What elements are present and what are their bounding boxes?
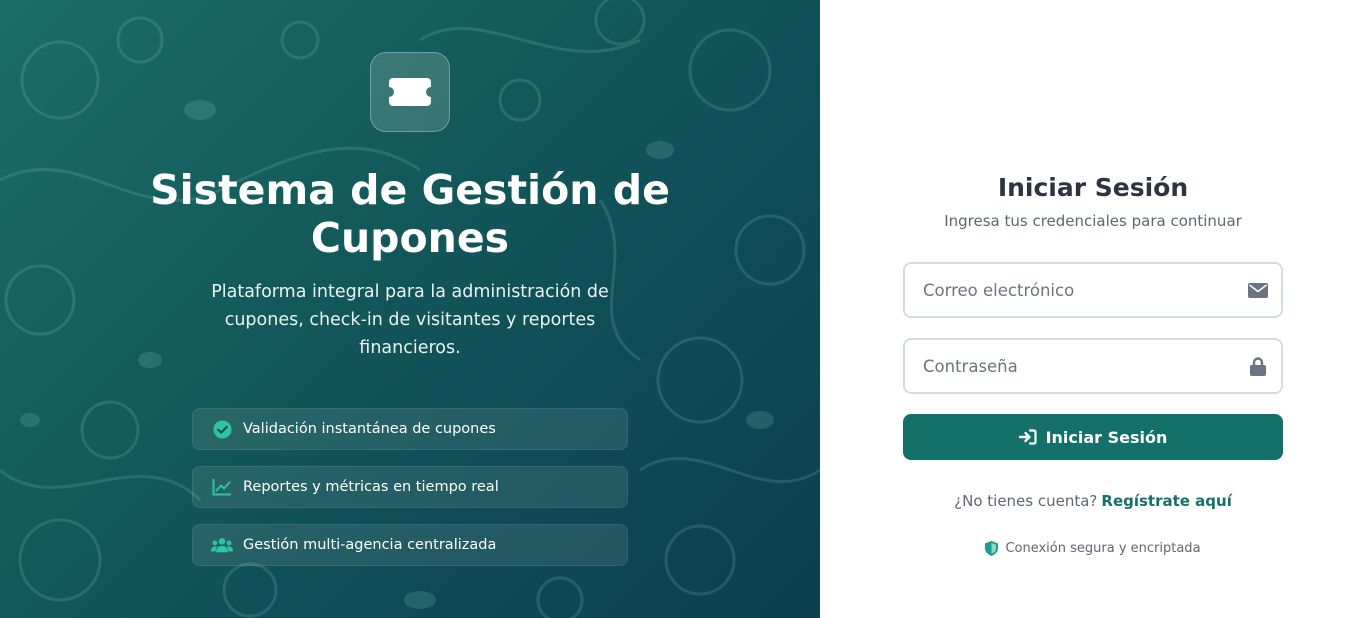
register-prompt-text: ¿No tienes cuenta? [954, 492, 1098, 510]
login-title: Iniciar Sesión [997, 173, 1189, 202]
password-field-wrapper [903, 338, 1283, 394]
feature-label: Reportes y métricas en tiempo real [243, 479, 499, 495]
ticket-icon [389, 78, 431, 106]
logo [370, 52, 450, 132]
users-icon [211, 536, 233, 554]
secure-note-text: Conexión segura y encriptada [1005, 541, 1201, 556]
hero-subtitle: Plataforma integral para la administraci… [211, 282, 609, 358]
login-subtitle: Ingresa tus credenciales para continuar [944, 212, 1242, 230]
password-field[interactable] [905, 339, 1235, 393]
register-prompt: ¿No tienes cuenta? Regístrate aquí [820, 492, 1366, 510]
email-field[interactable] [905, 263, 1235, 317]
register-link[interactable]: Regístrate aquí [1101, 492, 1231, 510]
login-button[interactable]: Iniciar Sesión [903, 414, 1283, 460]
envelope-icon [1235, 282, 1281, 298]
login-panel: Iniciar Sesión Ingresa tus credenciales … [820, 0, 1366, 618]
login-button-label: Iniciar Sesión [1045, 427, 1168, 447]
sign-in-icon [1018, 429, 1037, 445]
secure-note: Conexión segura y encriptada [820, 541, 1366, 556]
hero-panel: Sistema de Gestión de Cupones Plataforma… [0, 0, 820, 618]
lock-icon [1235, 356, 1281, 376]
shield-icon [985, 541, 999, 556]
feature-item-reports: Reportes y métricas en tiempo real [192, 466, 628, 508]
feature-item-validation: Validación instantánea de cupones [192, 408, 628, 450]
feature-label: Gestión multi-agencia centralizada [243, 537, 497, 553]
check-circle-icon [211, 419, 233, 439]
feature-label: Validación instantánea de cupones [243, 421, 496, 437]
hero-title: Sistema de Gestión de Cupones [150, 166, 670, 262]
email-field-wrapper [903, 262, 1283, 318]
chart-line-icon [211, 478, 233, 496]
feature-item-agencies: Gestión multi-agencia centralizada [192, 524, 628, 566]
